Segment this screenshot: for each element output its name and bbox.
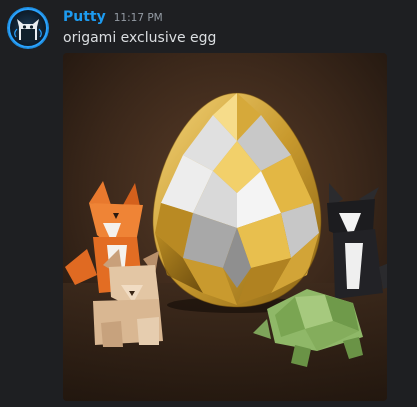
message-text: origami exclusive egg	[63, 30, 217, 46]
message-timestamp[interactable]: 11:17 PM	[114, 12, 163, 24]
message-header: Putty 11:17 PM	[63, 9, 163, 29]
origami-scene-image	[63, 53, 387, 401]
author-name[interactable]: Putty	[63, 9, 106, 25]
image-attachment[interactable]	[63, 53, 387, 401]
cat-avatar-icon	[8, 8, 48, 48]
chat-message: Putty 11:17 PM origami exclusive egg	[0, 0, 417, 407]
user-avatar[interactable]	[7, 7, 49, 49]
